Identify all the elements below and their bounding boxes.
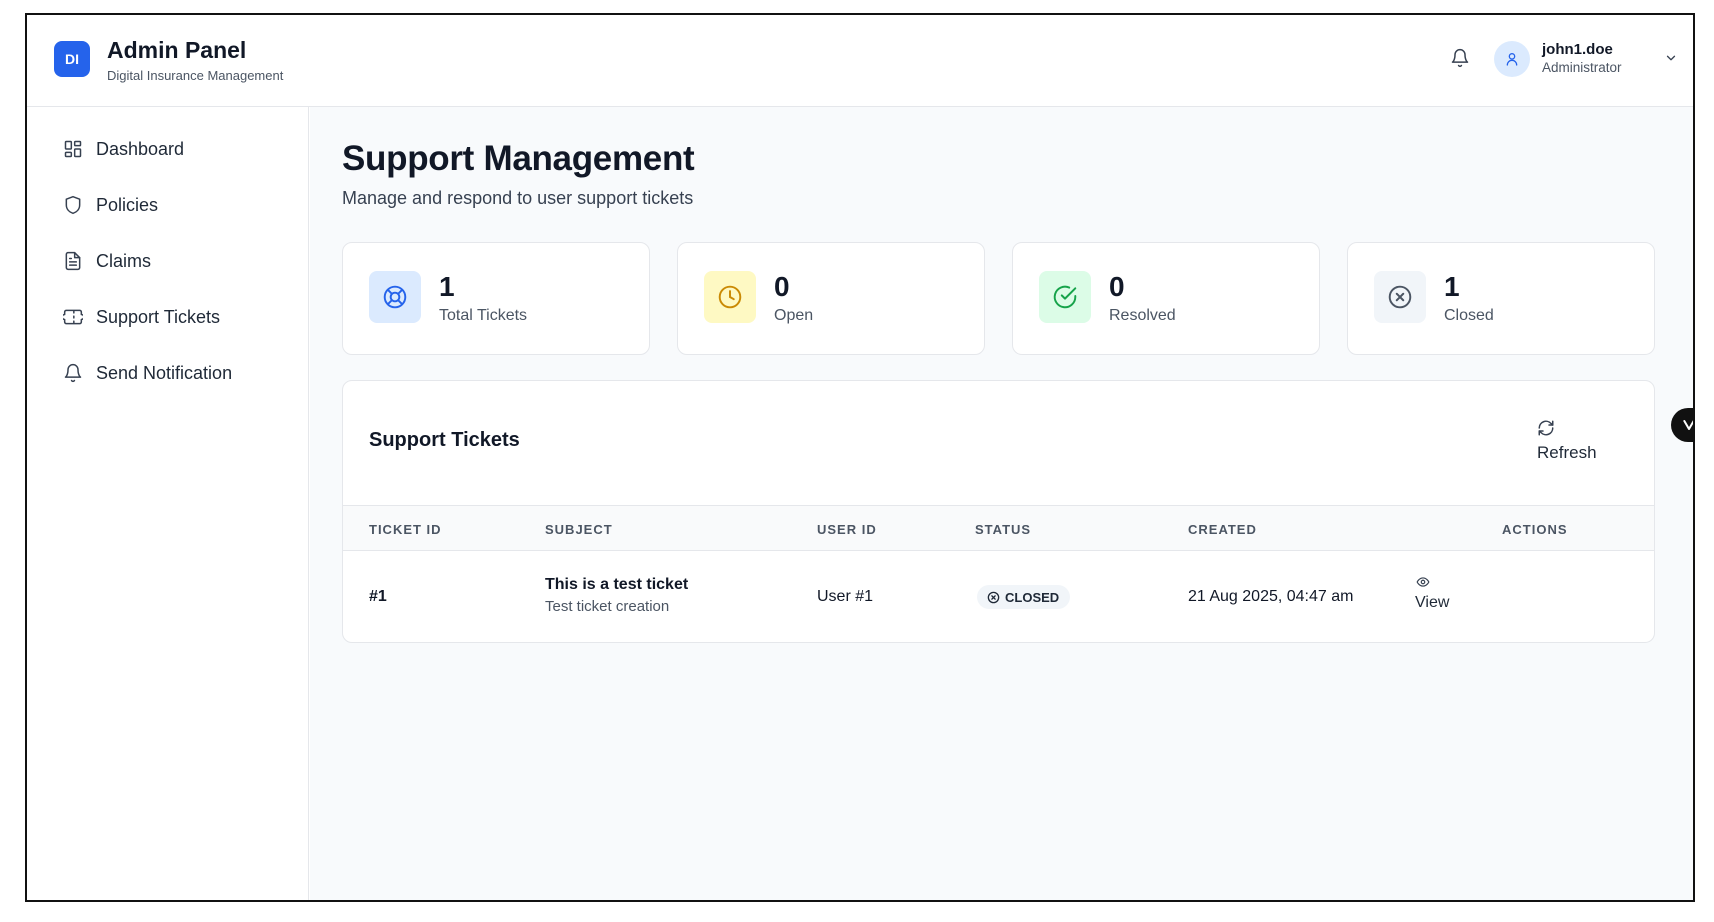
shield-icon [62,194,84,216]
panel-title: Support Tickets [369,429,520,451]
status-label: CLOSED [1005,589,1060,605]
eye-icon [1415,575,1431,594]
column-header: CREATED [1188,522,1257,537]
subject-title: This is a test ticket [545,576,689,593]
tickets-panel: Support Tickets Refresh TICKET ID SUBJEC… [342,380,1655,643]
stat-value: 0 [1109,271,1125,302]
chevron-down-icon [1664,51,1678,70]
page-title: Support Management [342,139,695,178]
stat-label: Total Tickets [439,307,528,324]
view-label: View [1415,594,1450,611]
app-title: Admin Panel [107,37,247,63]
page-subtitle: Manage and respond to user support ticke… [342,188,694,208]
notifications-button[interactable] [1445,43,1475,73]
stat-card-total: 1 Total Tickets [342,242,650,355]
app-logo: DI [54,41,90,77]
avatar [1494,41,1530,77]
sidebar-item-label: Support Tickets [96,306,221,327]
refresh-icon [1537,419,1555,442]
stat-label: Closed [1444,307,1494,324]
chevron-down-icon [1681,417,1693,433]
top-header: DI Admin Panel Digital Insurance Managem… [27,15,1693,107]
sidebar-item-label: Dashboard [96,138,185,159]
check-circle-icon [1052,284,1078,310]
stat-card-open: 0 Open [677,242,985,355]
x-circle-icon [987,591,1000,604]
stat-label: Resolved [1109,307,1176,324]
ticket-icon [62,306,84,328]
stat-card-closed: 1 Closed [1347,242,1655,355]
sidebar: Dashboard Policies Claims Support Ticket… [27,107,309,900]
table-header: TICKET ID SUBJECT USER ID STATUS CREATED… [343,505,1654,551]
document-icon [62,250,84,272]
sidebar-item-send-notification[interactable]: Send Notification [27,350,309,396]
refresh-button[interactable]: Refresh [1537,419,1617,469]
stat-label: Open [774,307,814,324]
stat-icon-box [369,271,421,323]
view-button[interactable]: View [1415,575,1475,619]
lifebuoy-icon [382,284,408,310]
clock-icon [717,284,743,310]
subject-description: Test ticket creation [545,598,670,615]
column-header: SUBJECT [545,522,613,537]
status-badge: CLOSED [977,585,1071,609]
dashboard-icon [62,138,84,160]
sidebar-item-claims[interactable]: Claims [27,238,309,284]
column-header: ACTIONS [1502,522,1568,537]
app-subtitle: Digital Insurance Management [107,68,284,83]
ticket-subject: This is a test ticket Test ticket creati… [545,576,688,615]
ticket-id: #1 [369,588,387,605]
stat-value: 1 [439,271,455,302]
table-row: #1 This is a test ticket Test ticket cre… [343,551,1654,642]
user-menu[interactable]: john1.doe Administrator [1494,39,1676,79]
stat-value: 0 [774,271,790,302]
column-header: USER ID [817,522,877,537]
column-header: TICKET ID [369,522,442,537]
bell-icon [62,362,84,384]
user-role: Administrator [1542,60,1622,75]
stat-value: 1 [1444,271,1460,302]
stat-card-resolved: 0 Resolved [1012,242,1320,355]
stat-icon-box [1039,271,1091,323]
sidebar-item-label: Claims [96,250,152,271]
stat-icon-box [1374,271,1426,323]
sidebar-item-policies[interactable]: Policies [27,182,309,228]
sidebar-item-label: Send Notification [96,362,233,383]
column-header: STATUS [975,522,1032,537]
ticket-created: 21 Aug 2025, 04:47 am [1188,588,1354,605]
user-icon [1504,51,1520,67]
sidebar-item-dashboard[interactable]: Dashboard [27,126,309,172]
x-circle-icon [1387,284,1413,310]
stat-icon-box [704,271,756,323]
bell-icon [1450,47,1470,69]
refresh-label: Refresh [1537,443,1597,462]
sidebar-item-label: Policies [96,194,159,215]
ticket-user-id: User #1 [817,588,874,605]
user-name: john1.doe [1542,41,1613,58]
main-content: Support Management Manage and respond to… [310,107,1693,900]
user-info: john1.doe Administrator [1542,41,1622,77]
sidebar-item-support-tickets[interactable]: Support Tickets [27,294,309,340]
app-window: DI Admin Panel Digital Insurance Managem… [25,13,1695,902]
